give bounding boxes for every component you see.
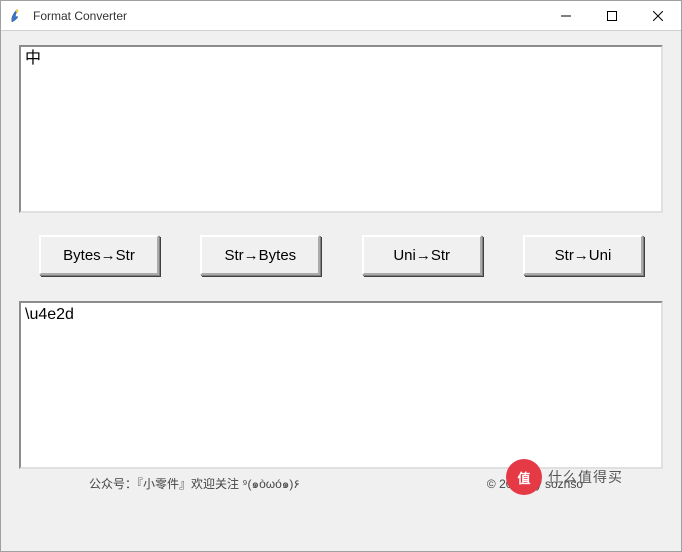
footer: 公众号：『小零件』欢迎关注 ⁹(๑òωó๑)۶ © 20▮▮ by soznso…: [19, 469, 663, 503]
titlebar: Format Converter: [1, 1, 681, 31]
app-icon: [9, 8, 25, 24]
close-icon: [653, 11, 663, 21]
input-top[interactable]: [19, 45, 663, 213]
close-button[interactable]: [635, 1, 681, 30]
window-title: Format Converter: [33, 9, 543, 23]
input-bottom[interactable]: [19, 301, 663, 469]
watermark: 值 什么值得买: [506, 459, 623, 495]
watermark-text: 什么值得买: [548, 467, 623, 487]
app-window: Format Converter Bytes→Str Str→Bytes Uni…: [0, 0, 682, 552]
bytes-to-str-button[interactable]: Bytes→Str: [39, 235, 159, 275]
str-to-uni-button[interactable]: Str→Uni: [523, 235, 643, 275]
watermark-circle: 值: [506, 459, 542, 495]
uni-to-str-button[interactable]: Uni→Str: [362, 235, 482, 275]
window-controls: [543, 1, 681, 30]
minimize-icon: [561, 11, 571, 21]
content-area: Bytes→Str Str→Bytes Uni→Str Str→Uni 公众号：…: [1, 31, 681, 551]
footer-left-text: 公众号：『小零件』欢迎关注 ⁹(๑òωó๑)۶: [89, 475, 300, 494]
maximize-button[interactable]: [589, 1, 635, 30]
str-to-bytes-button[interactable]: Str→Bytes: [200, 235, 320, 275]
button-row: Bytes→Str Str→Bytes Uni→Str Str→Uni: [19, 213, 663, 301]
minimize-button[interactable]: [543, 1, 589, 30]
maximize-icon: [607, 11, 617, 21]
